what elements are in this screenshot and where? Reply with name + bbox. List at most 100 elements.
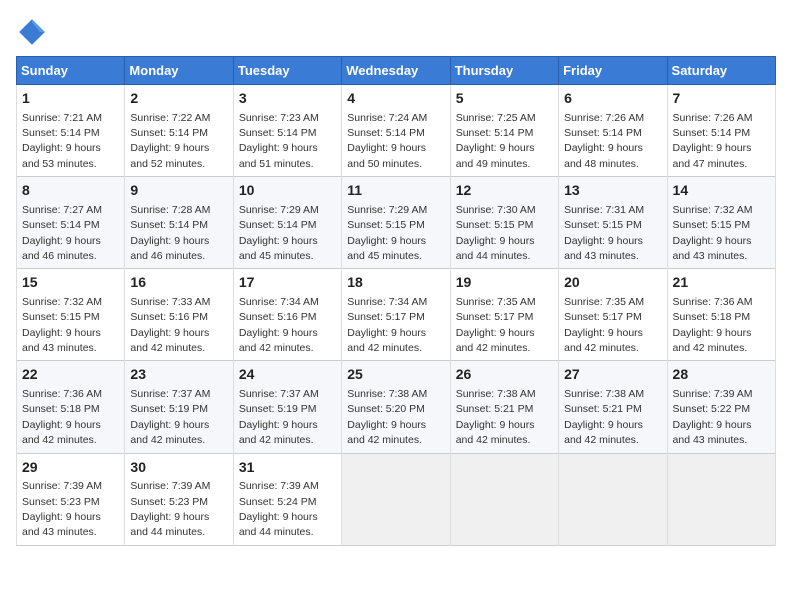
calendar-header: SundayMondayTuesdayWednesdayThursdayFrid… [17,57,776,85]
day-number: 24 [239,365,336,385]
day-number: 14 [673,181,770,201]
day-info: Sunrise: 7:29 AMSunset: 5:15 PMDaylight:… [347,204,427,262]
logo-icon [16,16,48,48]
day-number: 7 [673,89,770,109]
day-cell-14: 14 Sunrise: 7:32 AMSunset: 5:15 PMDaylig… [667,177,775,269]
page-header [16,16,776,48]
day-cell-12: 12 Sunrise: 7:30 AMSunset: 5:15 PMDaylig… [450,177,558,269]
day-number: 29 [22,458,119,478]
header-saturday: Saturday [667,57,775,85]
day-info: Sunrise: 7:34 AMSunset: 5:17 PMDaylight:… [347,296,427,354]
day-number: 4 [347,89,444,109]
day-info: Sunrise: 7:29 AMSunset: 5:14 PMDaylight:… [239,204,319,262]
day-number: 15 [22,273,119,293]
day-cell-27: 27 Sunrise: 7:38 AMSunset: 5:21 PMDaylig… [559,361,667,453]
day-cell-1: 1 Sunrise: 7:21 AMSunset: 5:14 PMDayligh… [17,85,125,177]
day-number: 9 [130,181,227,201]
logo [16,16,52,48]
day-cell-13: 13 Sunrise: 7:31 AMSunset: 5:15 PMDaylig… [559,177,667,269]
empty-cell [450,453,558,545]
day-cell-28: 28 Sunrise: 7:39 AMSunset: 5:22 PMDaylig… [667,361,775,453]
header-thursday: Thursday [450,57,558,85]
day-info: Sunrise: 7:36 AMSunset: 5:18 PMDaylight:… [673,296,753,354]
day-number: 20 [564,273,661,293]
week-row-2: 15 Sunrise: 7:32 AMSunset: 5:15 PMDaylig… [17,269,776,361]
day-number: 25 [347,365,444,385]
day-info: Sunrise: 7:39 AMSunset: 5:24 PMDaylight:… [239,480,319,538]
day-info: Sunrise: 7:27 AMSunset: 5:14 PMDaylight:… [22,204,102,262]
header-monday: Monday [125,57,233,85]
day-cell-2: 2 Sunrise: 7:22 AMSunset: 5:14 PMDayligh… [125,85,233,177]
day-number: 27 [564,365,661,385]
day-cell-3: 3 Sunrise: 7:23 AMSunset: 5:14 PMDayligh… [233,85,341,177]
day-info: Sunrise: 7:23 AMSunset: 5:14 PMDaylight:… [239,112,319,170]
day-number: 6 [564,89,661,109]
day-number: 30 [130,458,227,478]
day-info: Sunrise: 7:37 AMSunset: 5:19 PMDaylight:… [130,388,210,446]
day-number: 18 [347,273,444,293]
day-cell-20: 20 Sunrise: 7:35 AMSunset: 5:17 PMDaylig… [559,269,667,361]
day-info: Sunrise: 7:38 AMSunset: 5:21 PMDaylight:… [564,388,644,446]
day-number: 13 [564,181,661,201]
day-cell-4: 4 Sunrise: 7:24 AMSunset: 5:14 PMDayligh… [342,85,450,177]
day-cell-5: 5 Sunrise: 7:25 AMSunset: 5:14 PMDayligh… [450,85,558,177]
day-info: Sunrise: 7:36 AMSunset: 5:18 PMDaylight:… [22,388,102,446]
day-info: Sunrise: 7:22 AMSunset: 5:14 PMDaylight:… [130,112,210,170]
day-cell-31: 31 Sunrise: 7:39 AMSunset: 5:24 PMDaylig… [233,453,341,545]
day-cell-24: 24 Sunrise: 7:37 AMSunset: 5:19 PMDaylig… [233,361,341,453]
empty-cell [667,453,775,545]
day-cell-10: 10 Sunrise: 7:29 AMSunset: 5:14 PMDaylig… [233,177,341,269]
header-wednesday: Wednesday [342,57,450,85]
day-cell-19: 19 Sunrise: 7:35 AMSunset: 5:17 PMDaylig… [450,269,558,361]
day-number: 5 [456,89,553,109]
day-number: 10 [239,181,336,201]
day-cell-26: 26 Sunrise: 7:38 AMSunset: 5:21 PMDaylig… [450,361,558,453]
header-tuesday: Tuesday [233,57,341,85]
day-cell-25: 25 Sunrise: 7:38 AMSunset: 5:20 PMDaylig… [342,361,450,453]
day-info: Sunrise: 7:35 AMSunset: 5:17 PMDaylight:… [564,296,644,354]
week-row-1: 8 Sunrise: 7:27 AMSunset: 5:14 PMDayligh… [17,177,776,269]
day-number: 12 [456,181,553,201]
day-info: Sunrise: 7:38 AMSunset: 5:20 PMDaylight:… [347,388,427,446]
week-row-3: 22 Sunrise: 7:36 AMSunset: 5:18 PMDaylig… [17,361,776,453]
day-number: 22 [22,365,119,385]
day-cell-29: 29 Sunrise: 7:39 AMSunset: 5:23 PMDaylig… [17,453,125,545]
day-info: Sunrise: 7:39 AMSunset: 5:23 PMDaylight:… [130,480,210,538]
day-info: Sunrise: 7:39 AMSunset: 5:22 PMDaylight:… [673,388,753,446]
day-cell-17: 17 Sunrise: 7:34 AMSunset: 5:16 PMDaylig… [233,269,341,361]
day-number: 28 [673,365,770,385]
empty-cell [559,453,667,545]
week-row-0: 1 Sunrise: 7:21 AMSunset: 5:14 PMDayligh… [17,85,776,177]
day-info: Sunrise: 7:35 AMSunset: 5:17 PMDaylight:… [456,296,536,354]
day-cell-23: 23 Sunrise: 7:37 AMSunset: 5:19 PMDaylig… [125,361,233,453]
day-info: Sunrise: 7:39 AMSunset: 5:23 PMDaylight:… [22,480,102,538]
day-cell-16: 16 Sunrise: 7:33 AMSunset: 5:16 PMDaylig… [125,269,233,361]
day-cell-9: 9 Sunrise: 7:28 AMSunset: 5:14 PMDayligh… [125,177,233,269]
day-number: 23 [130,365,227,385]
day-info: Sunrise: 7:32 AMSunset: 5:15 PMDaylight:… [673,204,753,262]
day-number: 19 [456,273,553,293]
day-cell-22: 22 Sunrise: 7:36 AMSunset: 5:18 PMDaylig… [17,361,125,453]
day-info: Sunrise: 7:24 AMSunset: 5:14 PMDaylight:… [347,112,427,170]
day-number: 3 [239,89,336,109]
day-cell-21: 21 Sunrise: 7:36 AMSunset: 5:18 PMDaylig… [667,269,775,361]
day-number: 31 [239,458,336,478]
day-cell-7: 7 Sunrise: 7:26 AMSunset: 5:14 PMDayligh… [667,85,775,177]
week-row-4: 29 Sunrise: 7:39 AMSunset: 5:23 PMDaylig… [17,453,776,545]
header-friday: Friday [559,57,667,85]
day-number: 11 [347,181,444,201]
day-info: Sunrise: 7:25 AMSunset: 5:14 PMDaylight:… [456,112,536,170]
day-info: Sunrise: 7:21 AMSunset: 5:14 PMDaylight:… [22,112,102,170]
day-number: 8 [22,181,119,201]
header-sunday: Sunday [17,57,125,85]
day-cell-30: 30 Sunrise: 7:39 AMSunset: 5:23 PMDaylig… [125,453,233,545]
day-info: Sunrise: 7:26 AMSunset: 5:14 PMDaylight:… [564,112,644,170]
day-info: Sunrise: 7:33 AMSunset: 5:16 PMDaylight:… [130,296,210,354]
day-info: Sunrise: 7:38 AMSunset: 5:21 PMDaylight:… [456,388,536,446]
calendar-table: SundayMondayTuesdayWednesdayThursdayFrid… [16,56,776,546]
day-number: 17 [239,273,336,293]
day-info: Sunrise: 7:34 AMSunset: 5:16 PMDaylight:… [239,296,319,354]
day-number: 16 [130,273,227,293]
day-number: 1 [22,89,119,109]
day-number: 2 [130,89,227,109]
